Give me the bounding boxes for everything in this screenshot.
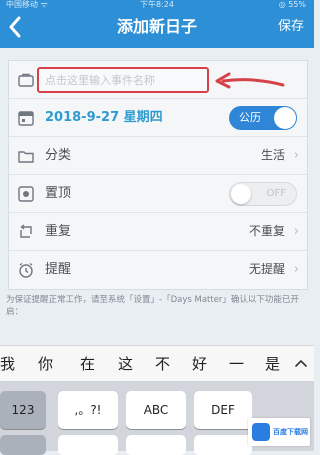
calendar-type-label: 公历 bbox=[239, 111, 261, 124]
page-title: 添加新日子 bbox=[116, 17, 197, 36]
category-value: 生活 bbox=[260, 148, 285, 162]
candidate-word[interactable]: 是 bbox=[265, 346, 280, 382]
new-day-form: 2018-9-27 星期四 公历 分类 生活 › 置顶 OFF bbox=[8, 60, 308, 290]
toggle-knob bbox=[231, 184, 251, 204]
repeat-row[interactable]: 重复 不重复 › bbox=[9, 213, 307, 251]
status-bar: 中国移动 ᯤ 下午8:24 ◎ 55% bbox=[0, 0, 314, 10]
date-row[interactable]: 2018-9-27 星期四 公历 bbox=[9, 99, 307, 137]
clock: 下午8:24 bbox=[140, 0, 174, 9]
site-watermark: 百度下载网 bbox=[248, 418, 310, 446]
chevron-right-icon: › bbox=[293, 262, 299, 277]
reminder-value: 无提醒 bbox=[248, 262, 285, 276]
keyboard-key[interactable] bbox=[126, 435, 186, 455]
alarm-clock-icon bbox=[19, 262, 33, 278]
candidate-word[interactable]: 一 bbox=[229, 346, 244, 382]
pin-toggle[interactable]: OFF bbox=[229, 182, 297, 206]
candidate-word[interactable]: 你 bbox=[38, 346, 53, 382]
battery-indicator: ◎ 55% bbox=[278, 0, 306, 9]
candidate-word[interactable]: 在 bbox=[80, 346, 95, 382]
category-row[interactable]: 分类 生活 › bbox=[9, 137, 307, 175]
candidate-word[interactable]: 好 bbox=[192, 346, 207, 382]
chevron-up-icon[interactable] bbox=[294, 358, 308, 368]
selected-date[interactable]: 2018-9-27 星期四 bbox=[45, 99, 163, 136]
calendar-type-toggle[interactable]: 公历 bbox=[229, 106, 297, 130]
save-button[interactable]: 保存 bbox=[278, 18, 304, 36]
folder-icon bbox=[18, 73, 34, 87]
reminder-row[interactable]: 提醒 无提醒 › bbox=[9, 251, 307, 288]
punctuation-key[interactable]: ,。?! bbox=[58, 391, 118, 429]
toggle-knob bbox=[274, 107, 296, 129]
calendar-icon bbox=[18, 111, 34, 126]
pin-toggle-label: OFF bbox=[266, 188, 286, 199]
watermark-text: 百度下载网 bbox=[273, 428, 308, 436]
keyboard-key[interactable] bbox=[58, 435, 118, 455]
pin-row: 置顶 OFF bbox=[9, 175, 307, 213]
category-folder-icon bbox=[18, 151, 34, 163]
chevron-right-icon: › bbox=[293, 224, 299, 239]
candidate-word[interactable]: 不 bbox=[155, 346, 170, 382]
candidate-word[interactable]: 这 bbox=[118, 346, 133, 382]
numeric-key[interactable]: 123 bbox=[0, 391, 46, 429]
event-name-input[interactable] bbox=[37, 67, 209, 93]
name-row bbox=[9, 61, 307, 99]
watermark-logo-icon bbox=[252, 423, 270, 441]
pin-label: 置顶 bbox=[45, 186, 72, 201]
def-key[interactable]: DEF bbox=[194, 391, 252, 429]
keyboard-key[interactable] bbox=[194, 435, 252, 455]
abc-key[interactable]: ABC bbox=[126, 391, 186, 429]
reminder-notice: 为保证提醒正常工作，请至系统「设置」-「Days Matter」确认以下功能已开… bbox=[6, 295, 299, 317]
repeat-icon bbox=[20, 224, 32, 238]
pin-icon bbox=[18, 186, 34, 202]
pointer-arrow-icon bbox=[215, 72, 285, 89]
chevron-right-icon: › bbox=[293, 148, 299, 163]
candidate-word[interactable]: 我 bbox=[0, 346, 15, 382]
category-label: 分类 bbox=[45, 148, 72, 163]
candidate-bar: 我 你 在 这 不 好 一 是 bbox=[0, 345, 314, 382]
repeat-value: 不重复 bbox=[248, 224, 285, 238]
keyboard-key[interactable] bbox=[0, 435, 46, 455]
top-bar: 中国移动 ᯤ 下午8:24 ◎ 55% 添加新日子 保存 bbox=[0, 0, 314, 48]
repeat-label: 重复 bbox=[45, 224, 72, 239]
reminder-label: 提醒 bbox=[45, 262, 72, 277]
